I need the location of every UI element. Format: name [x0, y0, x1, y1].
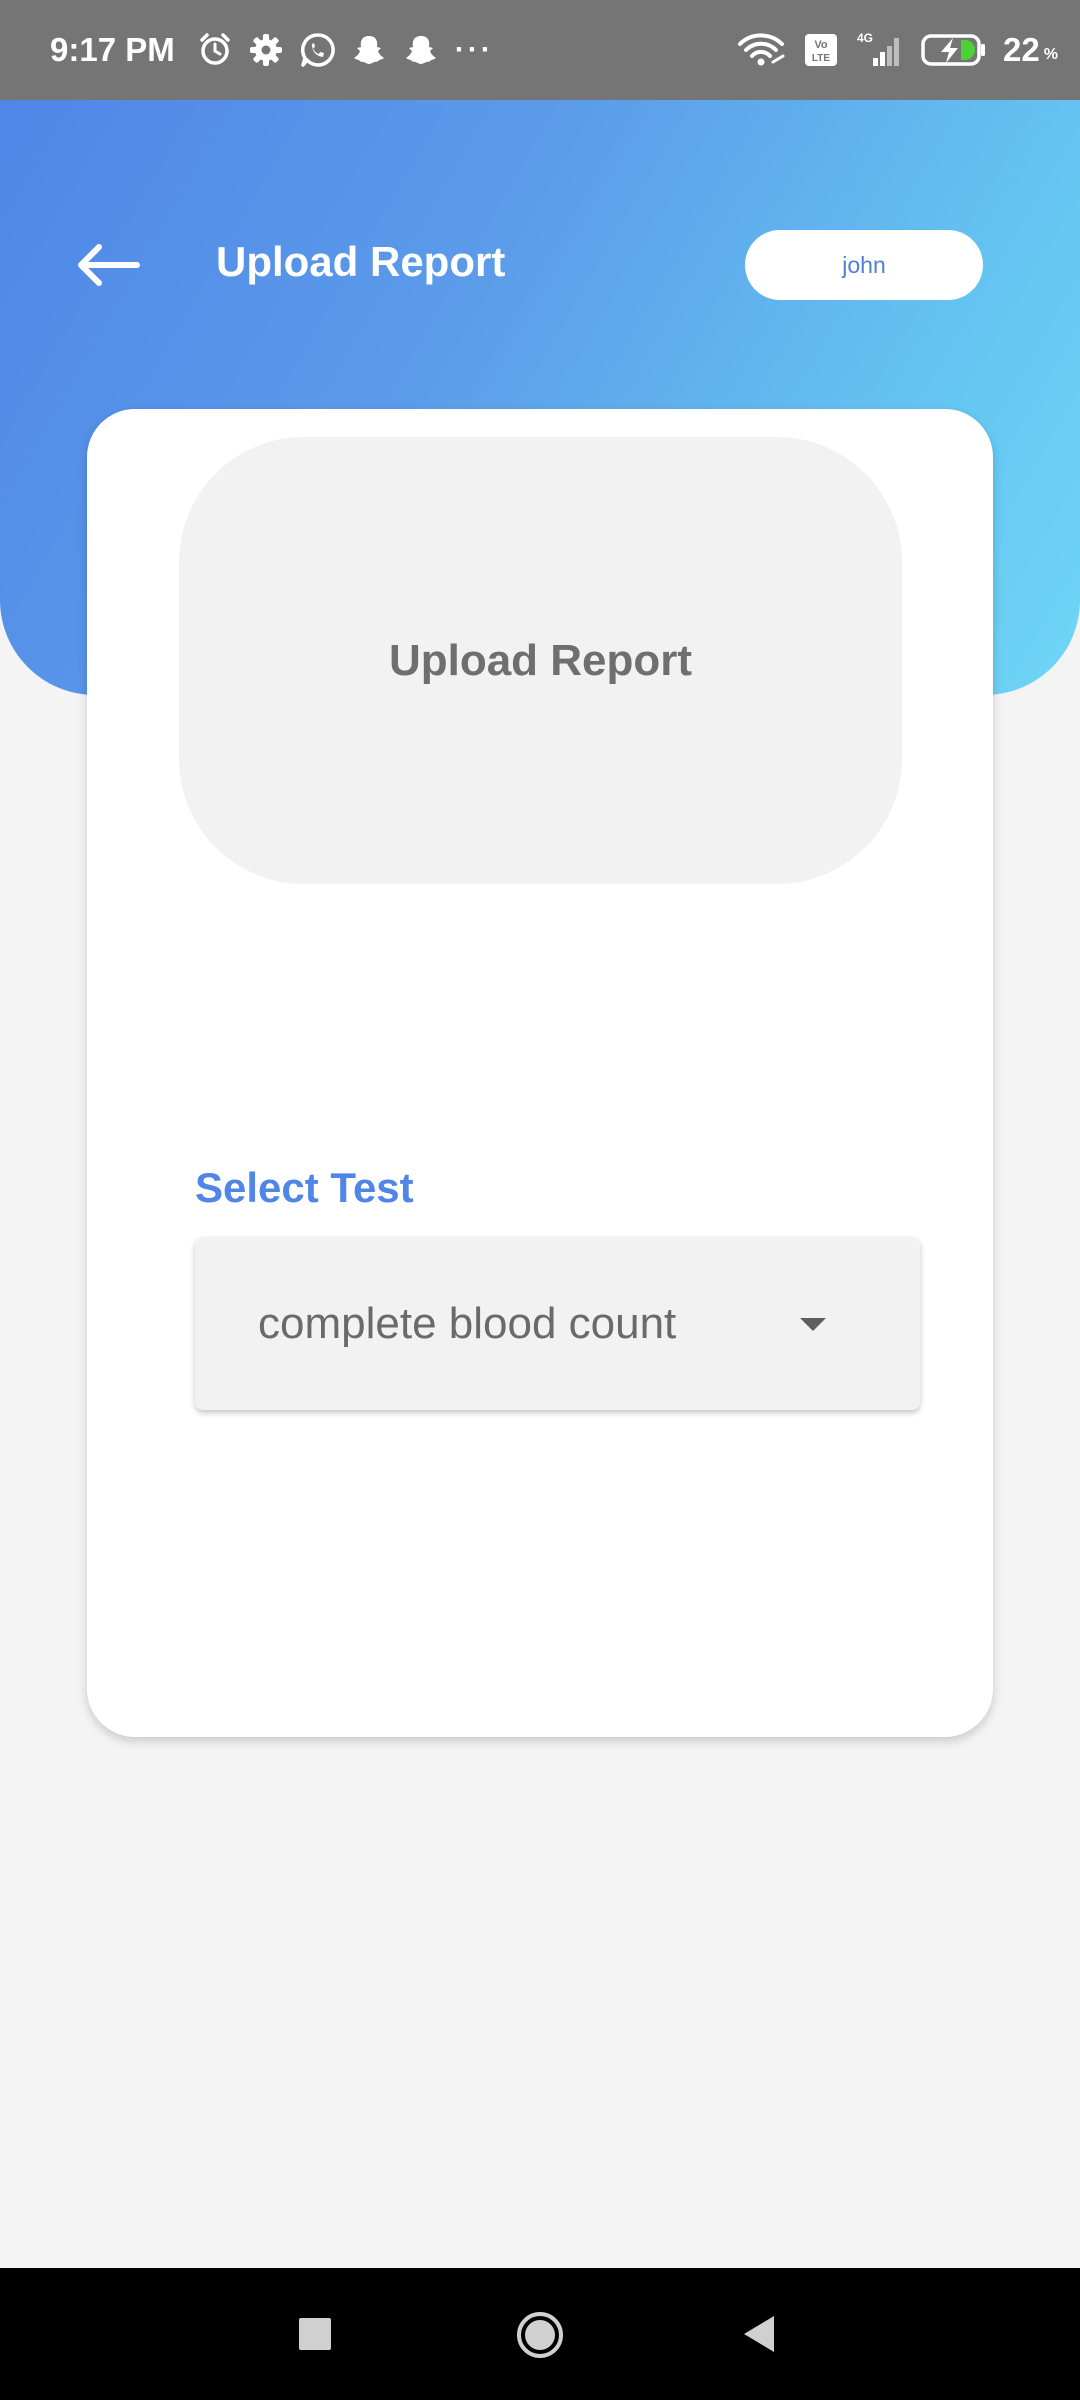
- snapchat-icon: [351, 32, 387, 68]
- back-icon: [744, 2316, 774, 2352]
- arrow-left-icon: [78, 244, 140, 286]
- status-right: Vo LTE 4G 22 %: [737, 30, 1058, 70]
- recents-button[interactable]: [280, 2304, 350, 2364]
- navigation-bar: [0, 2268, 1080, 2400]
- back-button[interactable]: [68, 230, 148, 300]
- battery-charging-icon: [921, 33, 987, 67]
- upload-report-screen: 9:17 PM ··· Vo LTE 4G 22 % Upload Report…: [0, 0, 1080, 2400]
- volte-icon: Vo LTE: [803, 32, 839, 68]
- status-time: 9:17 PM: [50, 31, 175, 68]
- wifi-icon: [737, 32, 787, 68]
- home-button[interactable]: [505, 2300, 575, 2370]
- svg-text:LTE: LTE: [812, 53, 830, 64]
- signal-icon: 4G: [855, 30, 905, 70]
- more-notifications-indicator: ···: [454, 33, 494, 66]
- battery-unit: %: [1043, 46, 1058, 63]
- upload-card: Upload Report Select Test complete blood…: [87, 409, 993, 1737]
- page-title: Upload Report: [216, 238, 506, 285]
- recents-icon: [299, 2318, 331, 2350]
- home-icon: [517, 2312, 563, 2358]
- selected-test-value: complete blood count: [258, 1298, 677, 1348]
- test-select-dropdown[interactable]: complete blood count: [195, 1237, 920, 1410]
- battery-percent: 22: [1003, 31, 1040, 68]
- status-left: 9:17 PM ···: [50, 31, 494, 69]
- whatsapp-icon: [299, 32, 335, 68]
- caret-down-icon: [798, 1315, 828, 1338]
- alarm-icon: [197, 32, 233, 68]
- settings-icon: [249, 33, 283, 67]
- snapchat-icon: [403, 32, 439, 68]
- status-bar: 9:17 PM ··· Vo LTE 4G 22 %: [0, 0, 1080, 100]
- svg-text:Vo: Vo: [814, 39, 828, 51]
- nav-back-button[interactable]: [725, 2304, 795, 2364]
- upload-report-label: Upload Report: [388, 635, 693, 685]
- upload-report-button[interactable]: Upload Report: [179, 437, 902, 884]
- select-test-label: Select Test: [195, 1164, 414, 1211]
- network-type-label: 4G: [857, 31, 873, 45]
- user-name-button[interactable]: john: [745, 230, 983, 300]
